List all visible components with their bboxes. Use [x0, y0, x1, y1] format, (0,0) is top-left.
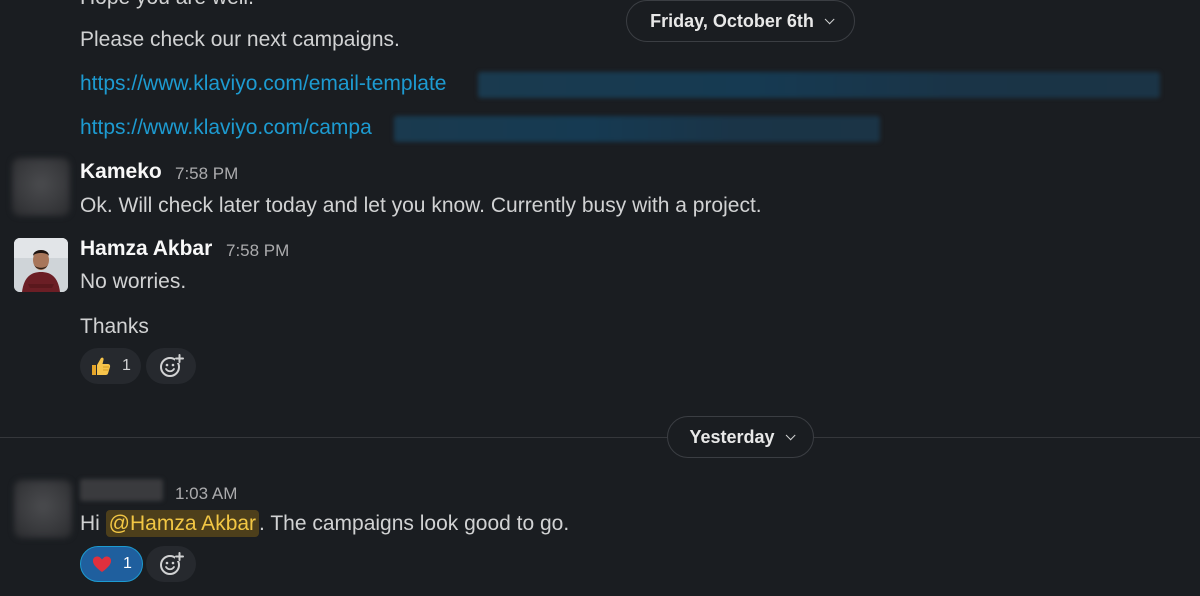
- message-text-suffix: . The campaigns look good to go.: [259, 512, 570, 535]
- reaction-count: 1: [123, 555, 132, 572]
- date-divider-line: [0, 437, 1200, 438]
- avatar[interactable]: [14, 480, 72, 538]
- date-divider-yesterday[interactable]: Yesterday: [667, 416, 814, 458]
- add-reaction-button[interactable]: [146, 546, 196, 582]
- date-label: Friday, October 6th: [650, 10, 814, 31]
- message-list: Hope you are well. Please check our next…: [0, 0, 1200, 596]
- date-label: Yesterday: [689, 426, 775, 447]
- chevron-down-icon: [785, 429, 796, 440]
- redacted-link-part: [394, 116, 880, 142]
- heart-icon: [92, 556, 112, 572]
- campaign-link-1[interactable]: https://www.klaviyo.com/email-template: [80, 71, 446, 97]
- message-author[interactable]: Kameko: [80, 159, 162, 185]
- avatar[interactable]: [14, 238, 68, 292]
- reaction-count: 1: [122, 357, 131, 374]
- message-text: Ok. Will check later today and let you k…: [80, 194, 762, 217]
- avatar[interactable]: [12, 158, 70, 216]
- redacted-link-part: [478, 72, 1160, 98]
- message-timestamp[interactable]: 7:58 PM: [226, 240, 289, 262]
- message-author[interactable]: Hamza Akbar: [80, 236, 212, 262]
- add-reaction-icon: [160, 354, 184, 377]
- avatar-image: [14, 238, 68, 292]
- message-partial-line: Hope you are well.: [80, 0, 254, 11]
- reaction-heart[interactable]: 1: [80, 546, 143, 582]
- message-text-prefix: Hi: [80, 512, 106, 535]
- redacted-author-name[interactable]: [80, 479, 163, 501]
- date-divider-friday[interactable]: Friday, October 6th: [626, 0, 855, 42]
- user-mention[interactable]: @Hamza Akbar: [105, 510, 260, 537]
- message-text: No worries.: [80, 270, 187, 293]
- message-text: Thanks: [80, 315, 149, 338]
- reaction-thumbs-up[interactable]: 1: [80, 348, 141, 384]
- message-timestamp[interactable]: 1:03 AM: [175, 483, 237, 505]
- chevron-down-icon: [824, 13, 835, 24]
- add-reaction-icon: [160, 552, 184, 575]
- thumbs-up-icon: [92, 357, 111, 375]
- add-reaction-button[interactable]: [146, 348, 196, 384]
- message-timestamp[interactable]: 7:58 PM: [175, 163, 238, 185]
- campaign-link-2[interactable]: https://www.klaviyo.com/campa: [80, 115, 372, 141]
- message-text: Please check our next campaigns.: [80, 28, 400, 51]
- message-text: Hi @Hamza Akbar. The campaigns look good…: [80, 510, 570, 537]
